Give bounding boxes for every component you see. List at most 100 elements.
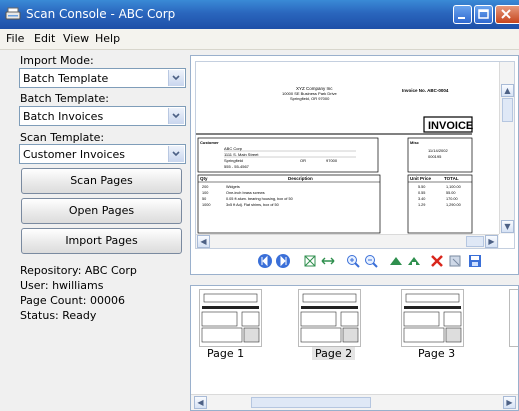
doc-row-total: 170.00 — [446, 197, 458, 201]
scanner-icon — [5, 7, 21, 20]
doc-row-price: 1.29 — [418, 203, 425, 207]
scroll-up-icon[interactable]: ▲ — [501, 84, 514, 97]
scroll-right-icon[interactable]: ▶ — [485, 235, 498, 248]
menu-edit[interactable]: Edit — [34, 32, 55, 45]
chevron-down-icon[interactable] — [168, 70, 184, 86]
doc-customer-state: OR — [300, 158, 306, 163]
ready-status: Status: Ready — [20, 309, 97, 322]
doc-customer-label: Customer — [200, 140, 219, 145]
doc-order-no: 000195 — [428, 154, 442, 159]
doc-invoice-heading: INVOICE — [428, 120, 473, 132]
zoom-out-icon[interactable] — [363, 253, 379, 269]
zoom-in-icon[interactable] — [345, 253, 361, 269]
chevron-down-icon[interactable] — [168, 108, 184, 124]
thumbnail-scrollbar[interactable]: ◀ ▶ — [191, 394, 518, 410]
doc-customer-phone: 555 - 55-4567 — [224, 164, 250, 169]
control-panel: Import Mode: Batch Template Batch Templa… — [0, 50, 190, 411]
minimize-icon — [458, 17, 465, 19]
thumbnail-page-1[interactable] — [199, 289, 262, 347]
doc-invoice-no: Invoice No. ABC-0004 — [402, 88, 449, 93]
doc-row-total: 1,290.00 — [446, 203, 461, 207]
chevron-down-icon[interactable] — [168, 146, 184, 162]
scroll-left-icon[interactable]: ◀ — [194, 396, 207, 409]
document-viewer: XYZ Company Inc 10000 SE Business Park D… — [190, 55, 519, 275]
doc-row-total: 1,100.00 — [446, 185, 461, 189]
doc-col-price: Unit Price — [410, 176, 432, 181]
thumbnail-page-2[interactable] — [298, 289, 361, 347]
thumbnail-label: Page 3 — [418, 347, 456, 360]
page-count-status: Page Count: 00006 — [20, 294, 125, 307]
scroll-down-icon[interactable]: ▼ — [501, 220, 514, 233]
scroll-thumb[interactable] — [251, 397, 371, 408]
scroll-thumb[interactable] — [466, 236, 484, 247]
fit-width-icon[interactable] — [320, 253, 336, 269]
doc-row-qty: 200 — [202, 185, 208, 189]
thumbnail-strip: Page 1 Page 2 Page 3 ◀ ▶ — [190, 285, 519, 411]
rotate-right-icon[interactable] — [406, 253, 422, 269]
menu-file[interactable]: File — [6, 32, 24, 45]
doc-row-desc: 0.05 ft alum. bearing housing, box of 50 — [226, 197, 293, 201]
doc-row-total: 55.00 — [446, 191, 456, 195]
window-title: Scan Console - ABC Corp — [26, 7, 176, 21]
scroll-left-icon[interactable]: ◀ — [197, 235, 210, 248]
doc-col-total: TOTAL — [444, 176, 459, 181]
menu-view[interactable]: View — [63, 32, 89, 45]
thumbnail-page-next[interactable] — [509, 289, 518, 347]
doc-customer-name: ABC Corp — [224, 146, 243, 151]
scan-pages-button[interactable]: Scan Pages — [21, 168, 182, 194]
first-page-icon[interactable] — [257, 253, 273, 269]
doc-customer-street: 1111 S. Main Street — [224, 152, 259, 157]
rotate-left-icon[interactable] — [388, 253, 404, 269]
viewer-vertical-scrollbar[interactable]: ▲ ▼ — [499, 62, 514, 234]
user-status: User: hwilliams — [20, 279, 104, 292]
doc-customer-city: Springfield — [224, 158, 243, 163]
import-mode-label: Import Mode: — [20, 54, 94, 67]
maximize-icon — [478, 9, 489, 19]
batch-template-label: Batch Template: — [20, 92, 110, 105]
doc-col-qty: Qty — [200, 176, 208, 181]
delete-icon[interactable] — [429, 253, 445, 269]
fit-page-icon[interactable] — [302, 253, 318, 269]
close-button[interactable] — [495, 5, 519, 24]
viewer-horizontal-scrollbar[interactable]: ◀ ▶ — [196, 234, 499, 248]
doc-row-desc: One-inch brass screws — [226, 191, 265, 195]
doc-row-price: 5.50 — [418, 185, 425, 189]
scan-template-value: Customer Invoices — [23, 148, 125, 161]
doc-row-qty: 1000 — [202, 203, 210, 207]
doc-row-desc: Widgets — [226, 185, 240, 189]
doc-col-desc: Description — [288, 176, 313, 181]
import-pages-button[interactable]: Import Pages — [21, 228, 182, 254]
menu-help[interactable]: Help — [95, 32, 120, 45]
repository-status: Repository: ABC Corp — [20, 264, 137, 277]
minimize-button[interactable] — [453, 5, 472, 24]
doc-row-qty: 100 — [202, 191, 208, 195]
doc-date: 11/14/2002 — [428, 148, 448, 153]
open-pages-button[interactable]: Open Pages — [21, 198, 182, 224]
scan-template-select[interactable]: Customer Invoices — [19, 144, 186, 164]
select-icon[interactable] — [447, 253, 463, 269]
viewer-frame: XYZ Company Inc 10000 SE Business Park D… — [195, 61, 515, 249]
thumbnail-label: Page 1 — [207, 347, 245, 360]
batch-template-value: Batch Invoices — [23, 110, 104, 123]
import-mode-select[interactable]: Batch Template — [19, 68, 186, 88]
thumbnail-page-3[interactable] — [401, 289, 464, 347]
doc-row-desc: 3x5 ft Adj. Flat shims, box of 50 — [226, 203, 279, 207]
close-icon — [501, 9, 511, 19]
save-icon[interactable] — [467, 253, 483, 269]
document-page[interactable]: XYZ Company Inc 10000 SE Business Park D… — [196, 62, 499, 234]
menu-bar: File Edit View Help — [0, 29, 519, 50]
title-bar[interactable]: Scan Console - ABC Corp — [0, 0, 519, 29]
thumbnail-label-selected: Page 2 — [312, 347, 356, 360]
maximize-button[interactable] — [474, 5, 493, 24]
scroll-thumb[interactable] — [502, 98, 513, 122]
import-mode-value: Batch Template — [23, 72, 109, 85]
doc-row-price: 0.55 — [418, 191, 425, 195]
doc-address2: Springfield, OR 97000 — [290, 96, 330, 101]
batch-template-select[interactable]: Batch Invoices — [19, 106, 186, 126]
next-page-icon[interactable] — [275, 253, 291, 269]
scroll-right-icon[interactable]: ▶ — [503, 396, 516, 409]
doc-customer-zip: 97000 — [326, 158, 338, 163]
viewer-toolbar — [249, 251, 461, 272]
scan-template-label: Scan Template: — [20, 131, 105, 144]
doc-row-price: 3.40 — [418, 197, 425, 201]
